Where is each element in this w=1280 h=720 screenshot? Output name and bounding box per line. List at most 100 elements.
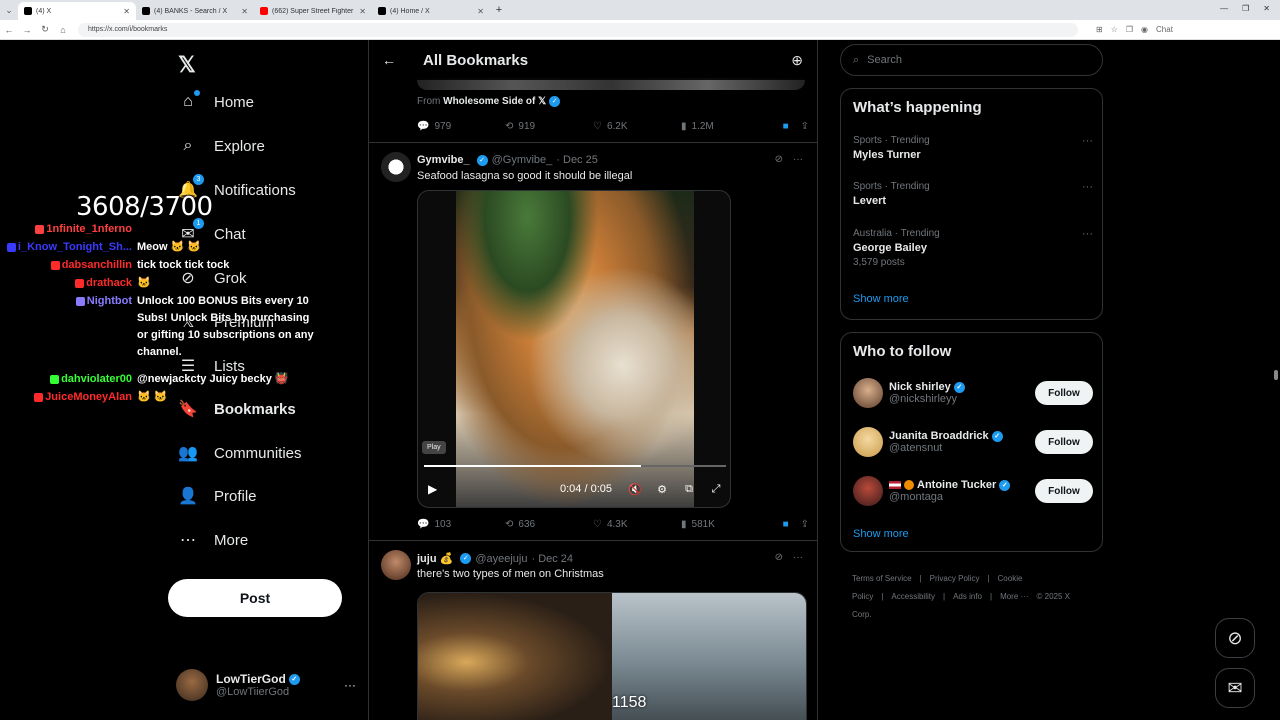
post-button[interactable]: Post	[168, 579, 342, 617]
reply-button[interactable]: 💬 103	[417, 519, 505, 530]
tab-title: (4) BANKS - Search / X	[154, 7, 228, 15]
nav-item-home[interactable]: ⌂ Home	[178, 90, 255, 112]
more-dots-icon[interactable]: ···	[1082, 181, 1093, 193]
browser-tab-2[interactable]: (662) Super Street Fighter 2 SNES... ✕	[254, 2, 372, 20]
close-icon[interactable]: ✕	[123, 7, 130, 16]
more-dots-icon[interactable]: ···	[344, 678, 356, 692]
minimize-icon[interactable]: —	[1220, 4, 1228, 13]
extensions-icon[interactable]: ⊞	[1096, 25, 1103, 34]
tweet-text: Seafood lasagna so good it should be ill…	[417, 170, 633, 182]
share-icon[interactable]: ⇪	[801, 121, 809, 132]
mute-icon[interactable]: 🔇	[624, 483, 646, 496]
show-more-link[interactable]: Show more	[853, 528, 909, 540]
follow-button[interactable]: Follow	[1035, 430, 1093, 454]
show-more-link[interactable]: Show more	[853, 293, 909, 305]
tweet-author-handle[interactable]: @Gymvibe_	[492, 154, 553, 166]
collections-icon[interactable]: ❒	[1126, 25, 1133, 34]
url-field[interactable]: https://x.com/i/bookmarks	[78, 22, 1078, 37]
avatar[interactable]	[853, 427, 883, 457]
browser-tab-1[interactable]: (4) BANKS - Search / X ✕	[136, 2, 254, 20]
nav-item-profile[interactable]: 👤 Profile	[178, 486, 257, 506]
follow-suggestion[interactable]: Juanita Broaddrick ✓ @atensnut Follow	[853, 424, 1093, 460]
avatar[interactable]	[853, 378, 883, 408]
follow-button[interactable]: Follow	[1035, 381, 1093, 405]
chat-browser-button[interactable]: Chat	[1156, 25, 1173, 34]
star-icon[interactable]: ☆	[1111, 25, 1118, 34]
tab-menu-icon[interactable]: ⌄	[0, 5, 18, 16]
x-logo-icon[interactable]: 𝕏	[178, 52, 196, 78]
follow-suggestion[interactable]: Antoine Tucker ✓ @montaga Follow	[853, 473, 1093, 509]
repost-button[interactable]: ⟲ 919	[505, 121, 593, 132]
from-community[interactable]: From Wholesome Side of 𝕏 ✓	[417, 96, 561, 107]
grok-icon[interactable]: ⊘	[775, 154, 783, 165]
scrollbar[interactable]	[1274, 370, 1278, 380]
nav-item-label: Home	[214, 93, 255, 111]
footer-link[interactable]: Accessibility	[891, 592, 935, 601]
back-icon[interactable]: ←	[0, 25, 18, 35]
grok-fab-icon[interactable]: ⊘	[1215, 618, 1255, 658]
forward-icon[interactable]: →	[18, 25, 36, 35]
close-window-icon[interactable]: ✕	[1263, 4, 1270, 13]
views-button[interactable]: ▮ 1.2M	[681, 121, 769, 132]
new-tab-button[interactable]: +	[490, 4, 508, 16]
like-button[interactable]: ♡ 4.3K	[593, 519, 681, 530]
repost-button[interactable]: ⟲ 636	[505, 519, 593, 530]
avatar[interactable]	[853, 476, 883, 506]
add-bookmark-folder-icon[interactable]: ⊕	[791, 52, 803, 69]
nav-item-explore[interactable]: ⌕ Explore	[178, 136, 265, 156]
trend-item[interactable]: Sports · Trending Levert ···	[853, 181, 1093, 207]
footer-link[interactable]: More ···	[1000, 592, 1028, 601]
tweet-author-name[interactable]: juju 💰	[417, 552, 453, 565]
play-icon[interactable]: ▶	[428, 482, 437, 496]
video-controls: ▶ 0:04 / 0:05 🔇 ⚙ ⧉ ⤢	[418, 479, 730, 499]
more-dots-icon[interactable]: ···	[1082, 135, 1093, 147]
more-dots-icon[interactable]: ···	[793, 154, 803, 165]
close-icon[interactable]: ✕	[241, 7, 248, 16]
tweet-date[interactable]: · Dec 24	[531, 553, 573, 565]
like-button[interactable]: ♡ 6.2K	[593, 121, 681, 132]
trend-item[interactable]: Australia · Trending George Bailey 3,579…	[853, 228, 1093, 268]
bookmark-filled-icon[interactable]: ■	[783, 519, 789, 530]
close-icon[interactable]: ✕	[477, 7, 484, 16]
media-image-christmas[interactable]	[418, 593, 612, 720]
close-icon[interactable]: ✕	[359, 7, 366, 16]
pip-icon[interactable]: ⧉	[678, 483, 700, 496]
share-icon[interactable]: ⇪	[801, 519, 809, 530]
grok-icon[interactable]: ⊘	[775, 552, 783, 563]
settings-icon[interactable]: ⚙	[651, 483, 673, 496]
video-progress-bar[interactable]	[424, 465, 726, 467]
messages-fab-icon[interactable]: ✉	[1215, 668, 1255, 708]
account-switcher[interactable]: LowTierGod ✓ @LowTiierGod ···	[176, 667, 356, 703]
views-button[interactable]: ▮ 581K	[681, 519, 769, 530]
home-browser-icon[interactable]: ⌂	[54, 25, 72, 35]
footer-link[interactable]: Privacy Policy	[930, 574, 980, 583]
browser-tab-0[interactable]: (4) X ✕	[18, 2, 136, 20]
avatar[interactable]	[381, 550, 411, 580]
bookmark-filled-icon[interactable]: ■	[783, 121, 789, 132]
video-player[interactable]: Play ▶ 0:04 / 0:05 🔇 ⚙ ⧉ ⤢	[417, 190, 731, 508]
suggestion-handle: @atensnut	[889, 442, 943, 454]
reply-button[interactable]: 💬 979	[417, 121, 505, 132]
chat-badge-icon	[75, 296, 85, 306]
follow-button[interactable]: Follow	[1035, 479, 1093, 503]
tweet-author-handle[interactable]: @ayeejuju	[475, 553, 527, 565]
tweet-date[interactable]: · Dec 25	[556, 154, 598, 166]
follow-suggestion[interactable]: Nick shirley ✓ @nickshirleyy Follow	[853, 375, 1093, 411]
tweet-author-name[interactable]: Gymvibe_	[417, 154, 470, 166]
trend-item[interactable]: Sports · Trending Myles Turner ···	[853, 135, 1093, 161]
fullscreen-icon[interactable]: ⤢	[705, 483, 727, 496]
nav-item-communities[interactable]: 👥 Communities	[178, 443, 302, 463]
profile-icon[interactable]: ◉	[1141, 25, 1148, 34]
search-input[interactable]: ⌕ Search	[840, 44, 1103, 76]
reload-icon[interactable]: ↻	[36, 24, 54, 35]
footer-link[interactable]: Terms of Service	[852, 574, 912, 583]
more-dots-icon[interactable]: ···	[1082, 228, 1093, 240]
maximize-icon[interactable]: ❐	[1242, 4, 1249, 13]
browser-tab-3[interactable]: (4) Home / X ✕	[372, 2, 490, 20]
footer-link[interactable]: Ads info	[953, 592, 982, 601]
more-dots-icon[interactable]: ···	[793, 552, 803, 563]
nav-item-more[interactable]: ⋯ More	[178, 530, 248, 550]
back-arrow-icon[interactable]: ←	[369, 52, 409, 68]
avatar[interactable]	[381, 152, 411, 182]
chat-text: 🐱	[137, 277, 151, 289]
